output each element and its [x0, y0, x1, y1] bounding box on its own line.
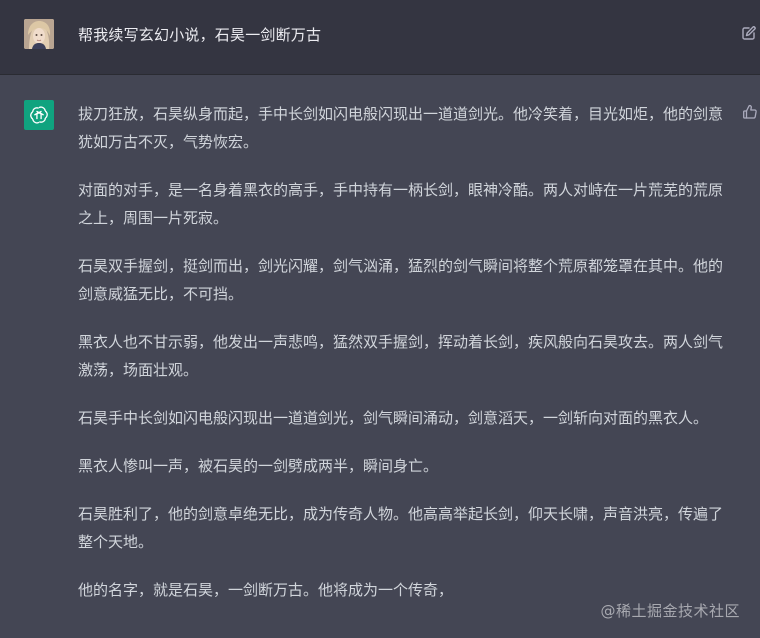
- user-prompt-text: 帮我续写玄幻小说，石昊一剑断万古: [78, 26, 322, 44]
- response-paragraph: 黑衣人惨叫一声，被石昊的一剑劈成两半，瞬间身亡。: [78, 457, 439, 475]
- user-avatar: [24, 19, 54, 49]
- response-paragraph: 对面的对手，是一名身着黑衣的高手，手中持有一柄长剑，眼神冷酷。两人对峙在一片荒芜…: [78, 181, 724, 227]
- watermark: @稀土掘金技术社区: [600, 602, 740, 620]
- response-paragraph: 拔刀狂放，石昊纵身而起，手中长剑如闪电般闪现出一道道剑光。他冷笑着，目光如炬，他…: [78, 105, 724, 151]
- user-message-row: 帮我续写玄幻小说，石昊一剑断万古: [0, 0, 760, 75]
- assistant-message-row: 拔刀狂放，石昊纵身而起，手中长剑如闪电般闪现出一道道剑光。他冷笑着，目光如炬，他…: [0, 75, 760, 638]
- response-paragraph: 石昊手中长剑如闪电般闪现出一道道剑光，剑气瞬间涌动，剑意滔天，一剑斩向对面的黑衣…: [78, 409, 709, 427]
- response-paragraph: 黑衣人也不甘示弱，他发出一声悲鸣，猛然双手握剑，挥动着长剑，疾风般向石昊攻去。两…: [78, 333, 724, 379]
- chat-page: 帮我续写玄幻小说，石昊一剑断万古 拔刀狂放，石昊纵身而起，手中长剑如闪电般闪现出…: [0, 0, 760, 638]
- thumbs-up-icon[interactable]: [742, 104, 758, 120]
- response-paragraph: 石昊胜利了，他的剑意卓绝无比，成为传奇人物。他高高举起长剑，仰天长啸，声音洪亮，…: [78, 505, 724, 551]
- response-paragraph: 石昊双手握剑，挺剑而出，剑光闪耀，剑气汹涌，猛烈的剑气瞬间将整个荒原都笼罩在其中…: [78, 257, 724, 303]
- edit-icon[interactable]: [741, 25, 757, 41]
- openai-logo-icon: [24, 100, 54, 130]
- assistant-response: 拔刀狂放，石昊纵身而起，手中长剑如闪电般闪现出一道道剑光。他冷笑着，目光如炬，他…: [78, 100, 730, 624]
